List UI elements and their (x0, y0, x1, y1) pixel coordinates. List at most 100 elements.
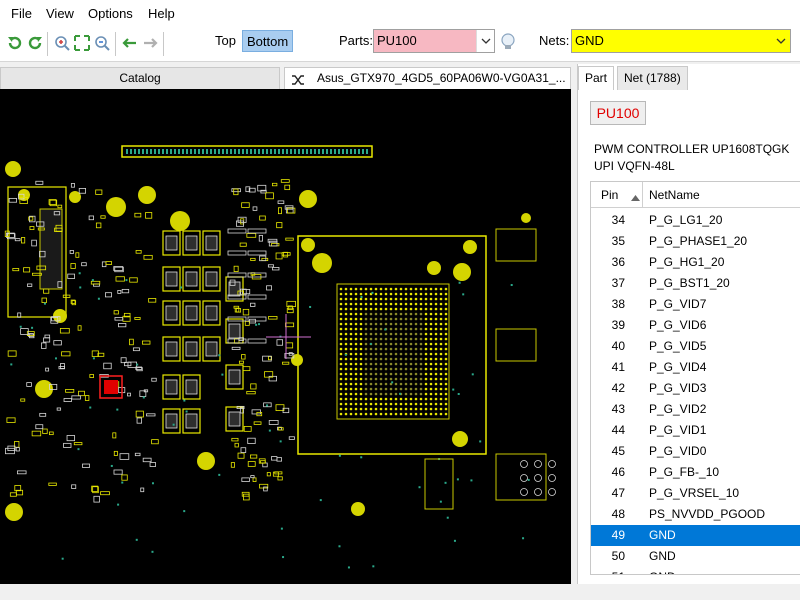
table-row[interactable]: 48 PS_NVVDD_PGOOD (591, 504, 800, 525)
smd-part (242, 366, 251, 372)
table-row[interactable]: 38 P_G_VID7 (591, 294, 800, 315)
bga-ball (369, 287, 373, 291)
rotate-ccw-icon[interactable] (6, 34, 24, 52)
connector-pin (342, 149, 344, 154)
bga-ball (349, 392, 353, 396)
table-row[interactable]: 45 P_G_VID0 (591, 441, 800, 462)
table-row[interactable]: 35 P_G_PHASE1_20 (591, 231, 800, 252)
io-connector (39, 208, 63, 290)
pcb-board-view[interactable] (0, 89, 571, 584)
pcb-canvas[interactable] (0, 89, 571, 584)
bga-ball (339, 302, 343, 306)
table-row[interactable]: 42 P_G_VID3 (591, 378, 800, 399)
bga-ball (414, 317, 418, 321)
pin-number: 40 (611, 339, 625, 353)
bga-ball (349, 317, 353, 321)
bga-ball (414, 357, 418, 361)
zoom-in-icon[interactable] (53, 34, 71, 52)
bga-ball (339, 287, 343, 291)
bga-ball (384, 352, 388, 356)
zoom-fit-icon[interactable] (73, 34, 91, 52)
table-row[interactable]: 37 P_G_BST1_20 (591, 273, 800, 294)
side-bottom-button[interactable]: Bottom (242, 30, 294, 52)
zoom-out-icon[interactable] (93, 34, 111, 52)
smd-part (242, 308, 250, 316)
arrow-forward-icon[interactable] (141, 34, 159, 52)
table-row[interactable]: 49 GND (591, 525, 800, 546)
side-top-button[interactable]: Top (211, 30, 240, 52)
rotate-cw-icon[interactable] (26, 34, 44, 52)
menu-help[interactable]: Help (148, 6, 175, 21)
bga-ball (389, 412, 393, 416)
menu-view[interactable]: View (46, 6, 74, 21)
choke-body (165, 235, 178, 251)
table-row[interactable]: 41 P_G_VID4 (591, 357, 800, 378)
pin-table[interactable]: Pin NetName 34 P_G_LG1_20 35 P_G_PHASE1_20 3… (590, 181, 800, 575)
bga-ball (394, 317, 398, 321)
table-row[interactable]: 46 P_G_FB-_10 (591, 462, 800, 483)
connector-pin (358, 149, 360, 154)
smd-part (260, 460, 266, 464)
nets-dropdown-arrow[interactable] (772, 30, 790, 52)
table-row[interactable]: 47 P_G_VRSEL_10 (591, 483, 800, 504)
smd-part (42, 428, 48, 434)
bga-ball (354, 372, 358, 376)
bga-ball (444, 377, 448, 381)
tab-catalog[interactable]: Catalog (0, 67, 280, 89)
smd-part (237, 216, 247, 223)
bga-ball (444, 347, 448, 351)
nets-combobox[interactable]: GND (571, 29, 791, 53)
bga-ball (369, 327, 373, 331)
bga-ball (384, 342, 388, 346)
connector-pin (274, 149, 276, 154)
tab-part[interactable]: Part (578, 66, 615, 90)
column-netname-header[interactable]: NetName (649, 188, 700, 202)
bga-ball (439, 347, 443, 351)
column-pin-header[interactable]: Pin (601, 188, 618, 202)
menu-options[interactable]: Options (88, 6, 133, 21)
bga-ball (414, 322, 418, 326)
arrow-back-icon[interactable] (121, 34, 139, 52)
table-row[interactable]: 44 P_G_VID1 (591, 420, 800, 441)
smd-part (277, 476, 283, 481)
table-row[interactable]: 34 P_G_LG1_20 (591, 210, 800, 231)
table-row[interactable]: 50 GND (591, 546, 800, 567)
table-row[interactable]: 43 P_G_VID2 (591, 399, 800, 420)
bga-ball (419, 342, 423, 346)
bga-ball (419, 377, 423, 381)
bga-ball (339, 307, 343, 311)
table-row[interactable]: 51 GND (591, 567, 800, 574)
bga-ball (439, 382, 443, 386)
menu-file[interactable]: File (11, 6, 32, 21)
nets-value: GND (575, 33, 604, 48)
bga-ball (399, 347, 403, 351)
bga-ball (379, 312, 383, 316)
bga-ball (399, 352, 403, 356)
tab-net[interactable]: Net (1788) (617, 66, 688, 90)
connector-pin (254, 149, 256, 154)
bga-ball (439, 292, 443, 296)
lightbulb-icon[interactable] (499, 32, 517, 50)
via (151, 482, 154, 485)
bga-ball (434, 317, 438, 321)
smd-part (275, 252, 283, 260)
bga-ball (409, 337, 413, 341)
parts-combobox[interactable]: PU100 (373, 29, 495, 53)
bga-ball (394, 312, 398, 316)
bga-ball (389, 297, 393, 301)
table-row[interactable]: 36 P_G_HG1_20 (591, 252, 800, 273)
bga-ball (439, 412, 443, 416)
bga-ball (359, 347, 363, 351)
bga-ball (374, 362, 378, 366)
bga-ball (339, 317, 343, 321)
bga-ball (404, 362, 408, 366)
smd-part (57, 204, 63, 209)
parts-dropdown-arrow[interactable] (476, 30, 494, 52)
via (369, 342, 372, 345)
bga-ball (434, 362, 438, 366)
table-row[interactable]: 39 P_G_VID6 (591, 315, 800, 336)
smd-part (114, 317, 124, 321)
tab-board-file[interactable]: Asus_GTX970_4GD5_60PA06W0-VG0A31_... (284, 67, 571, 89)
connector-pin (270, 149, 272, 154)
table-row[interactable]: 40 P_G_VID5 (591, 336, 800, 357)
